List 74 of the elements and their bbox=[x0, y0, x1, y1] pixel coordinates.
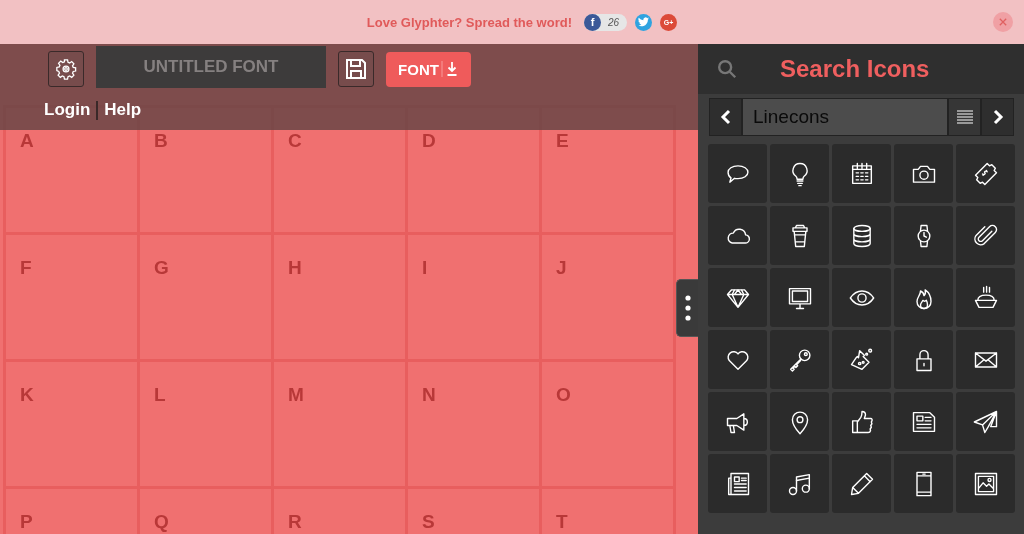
glyph-letter: E bbox=[556, 130, 569, 151]
chevron-right-icon bbox=[991, 109, 1004, 125]
glyph-letter: B bbox=[154, 130, 168, 151]
icon-tile[interactable] bbox=[832, 392, 891, 451]
glyph-letter: D bbox=[422, 130, 436, 151]
icon-tile[interactable] bbox=[956, 392, 1015, 451]
glyph-letter: S bbox=[422, 511, 435, 532]
facebook-share-button[interactable]: f 26 bbox=[584, 13, 628, 31]
previous-set-button[interactable] bbox=[709, 98, 742, 136]
list-icon bbox=[956, 110, 973, 124]
icon-tile[interactable] bbox=[770, 144, 829, 203]
glyph-letter: M bbox=[288, 384, 304, 405]
vertical-dots-icon bbox=[684, 295, 691, 321]
icon-tile[interactable] bbox=[770, 268, 829, 327]
icon-tile[interactable] bbox=[708, 206, 767, 265]
glyph-letter: C bbox=[288, 130, 302, 151]
icon-tile[interactable] bbox=[708, 454, 767, 513]
glyph-letter: H bbox=[288, 257, 302, 278]
glyph-letter: P bbox=[20, 511, 33, 532]
icon-tile[interactable] bbox=[832, 144, 891, 203]
glyph-letter: O bbox=[556, 384, 571, 405]
icon-tile[interactable] bbox=[832, 330, 891, 389]
icon-tile[interactable] bbox=[894, 268, 953, 327]
icon-tile[interactable] bbox=[832, 206, 891, 265]
icon-tile[interactable] bbox=[956, 144, 1015, 203]
icon-tile[interactable] bbox=[956, 268, 1015, 327]
icon-tile[interactable] bbox=[956, 330, 1015, 389]
icon-tile[interactable] bbox=[894, 454, 953, 513]
icon-tile[interactable] bbox=[832, 454, 891, 513]
search-icon bbox=[716, 58, 738, 80]
set-list-button[interactable] bbox=[948, 98, 981, 136]
panel-title: Search Icons bbox=[780, 55, 930, 83]
export-font-button[interactable]: FONT bbox=[386, 51, 471, 87]
share-count: 26 bbox=[608, 16, 620, 28]
font-name-field[interactable]: UNTITLED FONT bbox=[96, 46, 326, 88]
twitter-share-button[interactable] bbox=[635, 13, 653, 31]
settings-button[interactable] bbox=[48, 51, 84, 87]
next-set-button[interactable] bbox=[981, 98, 1014, 136]
save-button[interactable] bbox=[338, 51, 374, 87]
glyph-letter: R bbox=[288, 511, 302, 532]
glyph-letter: J bbox=[556, 257, 567, 278]
glyph-letter: F bbox=[20, 257, 32, 278]
glyph-letter: Q bbox=[154, 511, 169, 532]
icon-tile[interactable] bbox=[894, 206, 953, 265]
glyph-letter: I bbox=[422, 257, 428, 278]
settings-icon bbox=[55, 58, 77, 80]
icon-tile[interactable] bbox=[770, 392, 829, 451]
icon-tile[interactable] bbox=[894, 392, 953, 451]
icon-tile[interactable] bbox=[894, 330, 953, 389]
icon-tile[interactable] bbox=[708, 330, 767, 389]
glyph-letter: A bbox=[20, 130, 34, 151]
icon-tile[interactable] bbox=[956, 454, 1015, 513]
icon-tile[interactable] bbox=[708, 144, 767, 203]
icon-tile[interactable] bbox=[894, 144, 953, 203]
icon-set-field[interactable]: Linecons bbox=[742, 98, 948, 136]
glyph-letter: L bbox=[154, 384, 166, 405]
icon-tile[interactable] bbox=[956, 206, 1015, 265]
icon-tile[interactable] bbox=[770, 206, 829, 265]
bird-icon bbox=[638, 17, 650, 27]
icon-tile[interactable] bbox=[832, 268, 891, 327]
banner-message: Love Glyphter? Spread the word! bbox=[366, 14, 572, 30]
panel-toggle-handle[interactable] bbox=[676, 279, 698, 337]
icon-tile[interactable] bbox=[708, 268, 767, 327]
facebook-logo: f bbox=[584, 13, 601, 31]
icon-tile[interactable] bbox=[770, 454, 829, 513]
download-icon bbox=[440, 60, 459, 78]
glyph-letter: G bbox=[154, 257, 169, 278]
glyph-letter: K bbox=[20, 384, 34, 405]
icon-tile[interactable] bbox=[770, 330, 829, 389]
glyph-letter: N bbox=[422, 384, 436, 405]
icon-tile[interactable] bbox=[708, 392, 767, 451]
chevron-left-icon bbox=[719, 109, 732, 125]
close-icon bbox=[999, 18, 1007, 26]
glyph-letter: T bbox=[556, 511, 568, 532]
